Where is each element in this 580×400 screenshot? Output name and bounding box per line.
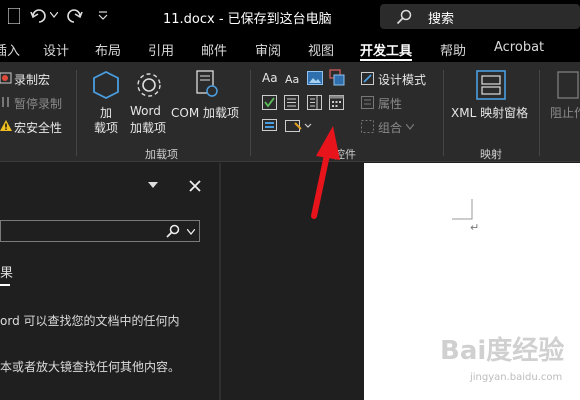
group-separator: [250, 70, 251, 156]
pane-options-icon[interactable]: [148, 182, 158, 190]
tab-layout[interactable]: 布局: [95, 40, 121, 59]
block-authors-icon: [557, 71, 579, 99]
pane-tab-results[interactable]: 果: [0, 262, 13, 281]
group-separator: [539, 70, 540, 156]
title-bar: 11.docx - 已保存到这台电脑 搜索: [0, 0, 580, 34]
watermark-logo: Bai度经验: [440, 336, 565, 366]
tab-view[interactable]: 视图: [308, 40, 334, 59]
undo-icon[interactable]: [30, 8, 48, 24]
addins-group-label: 加载项: [145, 148, 178, 161]
pane-search-input[interactable]: [0, 220, 200, 242]
word-addins-label-1[interactable]: Word: [130, 104, 161, 118]
properties-icon: [361, 96, 374, 109]
plain-text-control[interactable]: Aa: [285, 73, 299, 86]
design-mode-button[interactable]: 设计模式: [378, 71, 426, 88]
search-box[interactable]: 搜索: [380, 4, 580, 29]
active-tab-indicator: [360, 59, 412, 61]
mapping-group-label: 映射: [480, 148, 502, 161]
xml-mapping-icon: [476, 70, 506, 100]
group-icon: [361, 120, 374, 133]
macro-security-button[interactable]: 宏安全性: [14, 119, 62, 136]
combo-box-control-icon[interactable]: [284, 95, 299, 110]
pane-help-text-2: 本或者放大镜查找任何其他内容。: [0, 360, 181, 374]
rich-text-control[interactable]: Aa: [262, 71, 278, 85]
addins-label-2[interactable]: 载项: [94, 119, 118, 136]
group-dropdown-icon[interactable]: [406, 124, 414, 130]
tab-references[interactable]: 引用: [148, 40, 174, 59]
word-addins-label-2[interactable]: 加载项: [130, 119, 166, 136]
save-icon[interactable]: [8, 8, 20, 24]
design-mode-icon: [361, 72, 374, 85]
dropdown-list-control-icon[interactable]: [307, 95, 322, 110]
tab-insert[interactable]: 插入: [0, 40, 20, 59]
properties-button[interactable]: 属性: [378, 95, 402, 112]
pause-recording-icon: [2, 97, 9, 107]
group-button[interactable]: 组合: [378, 119, 402, 136]
com-addins-button[interactable]: COM 加载项: [171, 104, 239, 121]
close-icon[interactable]: [189, 180, 201, 192]
group-separator: [443, 70, 444, 156]
date-picker-control-icon[interactable]: [329, 95, 344, 110]
page-margin-corner: [452, 199, 473, 220]
annotation-arrow: [311, 126, 340, 219]
customize-qat-icon[interactable]: [98, 10, 108, 20]
tab-design[interactable]: 设计: [43, 40, 69, 59]
pause-recording-button[interactable]: 暂停录制: [14, 95, 62, 112]
document-title: 11.docx - 已保存到这台电脑: [163, 12, 332, 27]
redo-icon[interactable]: [65, 8, 83, 24]
repeating-section-control-icon[interactable]: [262, 119, 278, 134]
undo-dropdown-icon[interactable]: [50, 12, 58, 18]
tab-acrobat[interactable]: Acrobat: [494, 40, 544, 55]
group-separator: [76, 70, 77, 156]
block-authors-button[interactable]: 阻止作: [550, 104, 580, 121]
com-addins-icon: [196, 70, 218, 97]
xml-mapping-pane-button[interactable]: XML 映射窗格: [451, 104, 528, 121]
checkbox-control-icon[interactable]: [262, 95, 277, 110]
pane-tab-indicator: [0, 284, 10, 286]
picture-control-icon[interactable]: [307, 71, 323, 85]
tab-developer[interactable]: 开发工具: [360, 40, 412, 59]
search-icon: [166, 224, 180, 238]
record-macro-button[interactable]: 录制宏: [14, 71, 50, 88]
record-macro-icon: [0, 72, 12, 84]
watermark-url: jingyan.baidu.com: [470, 372, 563, 383]
addins-icon: [93, 70, 119, 100]
ribbon-tabs: 插入 设计 布局 引用 邮件 审阅 视图 开发工具 帮助 Acrobat: [0, 34, 580, 62]
tab-help[interactable]: 帮助: [440, 40, 466, 59]
tab-review[interactable]: 审阅: [255, 40, 281, 59]
tab-mailings[interactable]: 邮件: [201, 40, 227, 59]
search-icon: [396, 9, 412, 25]
building-block-control-icon[interactable]: [329, 69, 345, 86]
search-placeholder: 搜索: [428, 12, 455, 27]
pane-help-text-1: ord 可以查找您的文档中的任何内: [0, 314, 180, 328]
paragraph-mark: ↵: [470, 221, 480, 234]
warning-icon: [0, 120, 12, 131]
chevron-down-icon[interactable]: [187, 229, 195, 235]
gear-icon: [137, 73, 161, 97]
